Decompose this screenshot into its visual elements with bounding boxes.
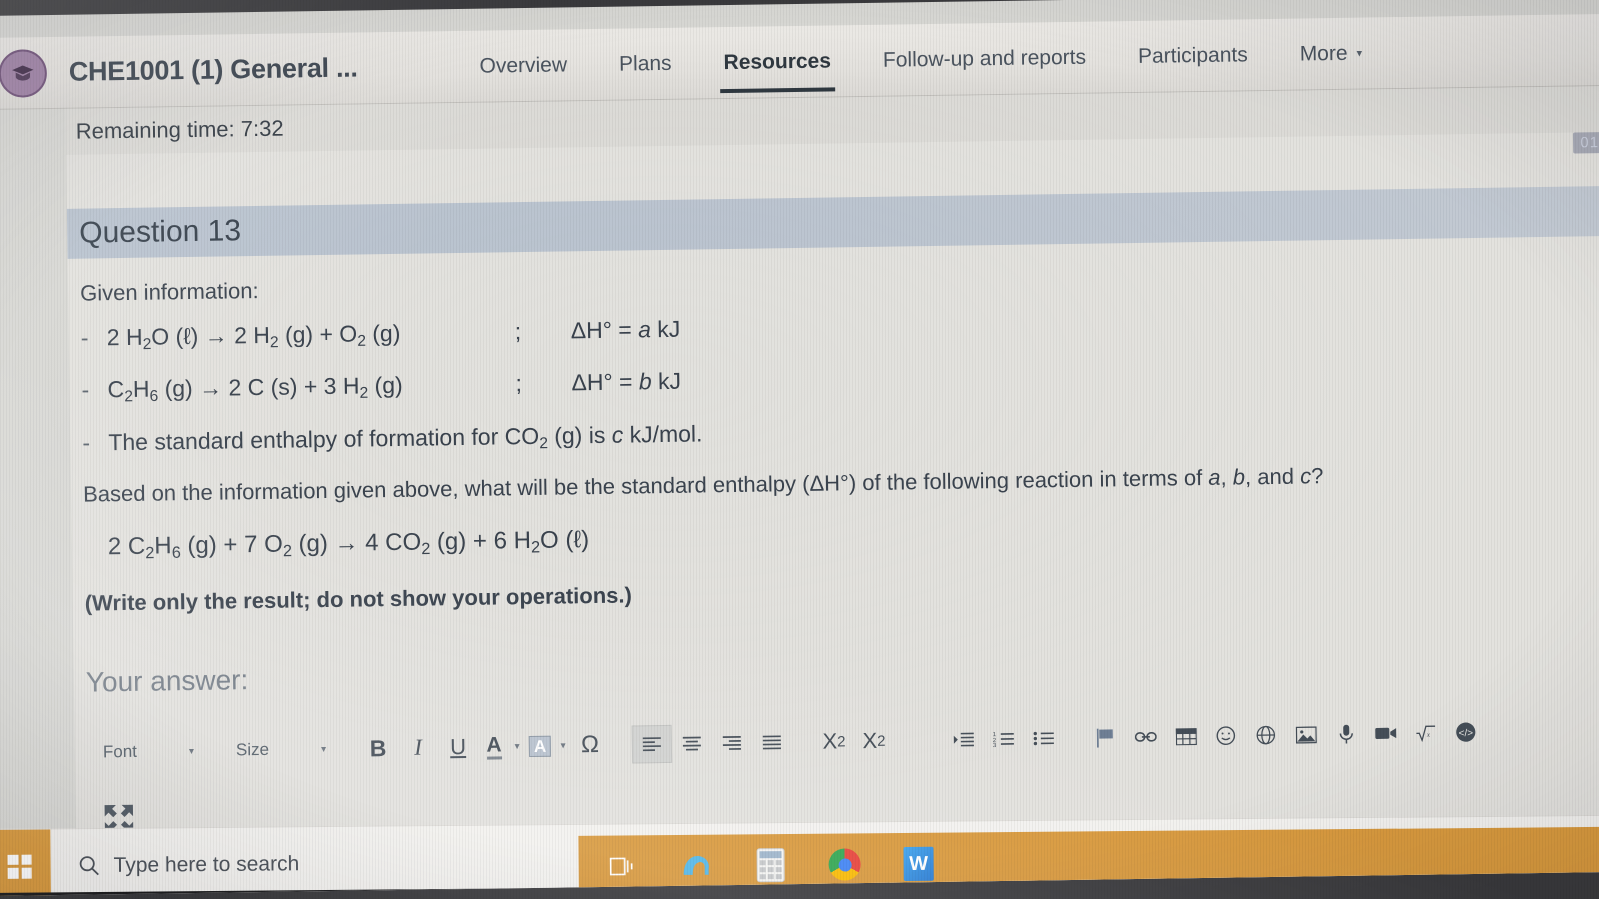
search-placeholder-text: Type here to search: [113, 851, 300, 877]
remaining-time-label: Remaining time: 7:32: [75, 115, 284, 144]
emoji-icon[interactable]: [1206, 716, 1247, 755]
status-badge: 01: [1573, 131, 1599, 154]
subscript-x: X: [822, 728, 838, 754]
word-app-icon[interactable]: W: [900, 846, 936, 882]
rich-text-editor-toolbar: Font ▾ Size ▾ B I U A ▾ A ▾ Ω X 2 X 2 1 …: [92, 698, 1599, 785]
screen-photo: CHE1001 (1) General ... Overview Plans R…: [0, 0, 1599, 899]
task-view-icon[interactable]: [604, 848, 640, 884]
bulleted-list-icon[interactable]: [1024, 719, 1065, 758]
edge-browser-icon[interactable]: [678, 848, 714, 884]
highlight-color-button[interactable]: A: [524, 727, 557, 765]
chevron-down-icon: ▾: [188, 745, 195, 757]
special-character-button[interactable]: Ω: [570, 726, 611, 765]
square-root-icon[interactable]: x: [1406, 713, 1447, 752]
chevron-down-icon: ▾: [1356, 47, 1363, 60]
align-justify-icon[interactable]: [752, 723, 793, 762]
taskbar-search-box[interactable]: Type here to search: [79, 852, 300, 878]
course-title: CHE1001 (1) General ...: [68, 52, 358, 87]
equation-2-separator: ;: [515, 370, 523, 397]
align-left-icon[interactable]: [631, 724, 673, 764]
text-color-a-icon: A: [486, 733, 502, 760]
your-answer-label: Your answer:: [85, 664, 249, 698]
svg-text:</>: </>: [1459, 728, 1474, 739]
code-icon[interactable]: </>: [1446, 713, 1487, 752]
bullet-dash: -: [81, 376, 90, 403]
given-equation-row: - C2H6 (g) → 2 C (s) + 3 H2 (g) ; ΔH° = …: [81, 354, 1599, 407]
tab-more-label: More: [1299, 41, 1348, 66]
windows-start-icon[interactable]: [0, 828, 51, 896]
question-body: Given information: - 2 H2O (ℓ) → 2 H2 (g…: [80, 258, 1599, 626]
given-fact-text: The standard enthalpy of formation for C…: [108, 420, 703, 455]
microphone-icon[interactable]: [1326, 715, 1367, 754]
given-information-label: Given information:: [79, 277, 259, 306]
given-equation-row: - 2 H2O (ℓ) → 2 H2 (g) + O2 (g) ; ΔH° = …: [81, 302, 1599, 355]
target-reaction-equation: 2 C2H6 (g) + 7 O2 (g) → 4 CO2 (g) + 6 H2…: [107, 526, 590, 563]
subscript-digit: 2: [837, 732, 846, 750]
search-icon: [79, 855, 100, 876]
svg-text:x: x: [1426, 730, 1431, 738]
chrome-browser-icon[interactable]: [826, 846, 862, 882]
equation-1-enthalpy: ΔH° = a kJ: [570, 315, 681, 344]
page-title: Question 13: [78, 214, 242, 250]
tab-overview-label: Overview: [479, 52, 568, 78]
question-header-band: Question 13: [66, 185, 1599, 259]
italic-button[interactable]: I: [398, 728, 439, 767]
question-prompt: Based on the information given above, wh…: [82, 463, 1324, 507]
font-family-select[interactable]: Font ▾: [93, 734, 205, 770]
chevron-down-icon: ▾: [320, 743, 327, 755]
bold-button[interactable]: B: [358, 729, 399, 768]
instruction-note: (Write only the result; do not show your…: [84, 582, 633, 616]
globe-icon[interactable]: [1246, 716, 1287, 755]
main-navigation-tabs: Overview Plans Resources Follow-up and r…: [453, 17, 1389, 103]
tab-plans-label: Plans: [618, 51, 672, 76]
tab-participants-label: Participants: [1137, 42, 1248, 68]
equation-2-enthalpy: ΔH° = b kJ: [571, 368, 682, 396]
link-icon[interactable]: [1126, 718, 1167, 757]
word-letter: W: [903, 846, 934, 881]
numbered-list-icon[interactable]: 1 2 3: [984, 720, 1025, 759]
subscript-icon[interactable]: X2: [814, 722, 855, 761]
table-icon[interactable]: [1166, 717, 1207, 756]
calculator-icon[interactable]: [752, 847, 788, 883]
tab-follow-up-and-reports-label: Follow-up and reports: [882, 45, 1087, 72]
font-size-label: Size: [235, 739, 270, 760]
equation-1-separator: ;: [514, 318, 522, 345]
font-family-label: Font: [102, 741, 138, 762]
tab-resources[interactable]: Resources: [697, 25, 857, 99]
graduation-cap-icon[interactable]: [0, 48, 48, 98]
screen-surface: CHE1001 (1) General ... Overview Plans R…: [0, 0, 1599, 896]
tab-overview[interactable]: Overview: [453, 29, 594, 103]
image-icon[interactable]: [1286, 715, 1327, 754]
superscript-x: X: [862, 727, 878, 754]
equation-2-reaction: C2H6 (g) → 2 C (s) + 3 H2 (g): [107, 372, 403, 406]
tab-participants[interactable]: Participants: [1111, 18, 1274, 92]
given-fact-row: - The standard enthalpy of formation for…: [82, 407, 1599, 460]
equation-1-reaction: 2 H2O (ℓ) → 2 H2 (g) + O2 (g): [106, 319, 401, 354]
tab-follow-up-and-reports[interactable]: Follow-up and reports: [856, 21, 1112, 97]
svg-text:3: 3: [993, 743, 997, 747]
superscript-icon[interactable]: X2: [854, 722, 895, 761]
highlight-a-icon: A: [528, 735, 552, 757]
windows-taskbar: Type here to search W: [0, 814, 1599, 896]
video-icon[interactable]: [1366, 714, 1407, 753]
chevron-down-icon[interactable]: ▾: [556, 740, 570, 751]
flag-icon[interactable]: [1086, 718, 1127, 757]
chevron-down-icon[interactable]: ▾: [510, 741, 524, 752]
taskbar-pinned-apps: W: [578, 826, 1599, 896]
tab-more[interactable]: More ▾: [1273, 17, 1388, 91]
indent-icon[interactable]: [944, 720, 985, 759]
text-color-button[interactable]: A: [478, 727, 511, 765]
superscript-digit: 2: [877, 732, 886, 750]
align-center-icon[interactable]: [672, 724, 713, 763]
align-right-icon[interactable]: [712, 724, 753, 763]
question-page: Question 13 Given information: - 2 H2O (…: [66, 131, 1599, 855]
tab-plans[interactable]: Plans: [593, 27, 699, 101]
bullet-dash: -: [82, 429, 91, 456]
font-size-select[interactable]: Size ▾: [226, 732, 337, 768]
underline-button[interactable]: U: [438, 728, 479, 767]
tab-resources-label: Resources: [723, 48, 832, 74]
bullet-dash: -: [80, 324, 89, 351]
